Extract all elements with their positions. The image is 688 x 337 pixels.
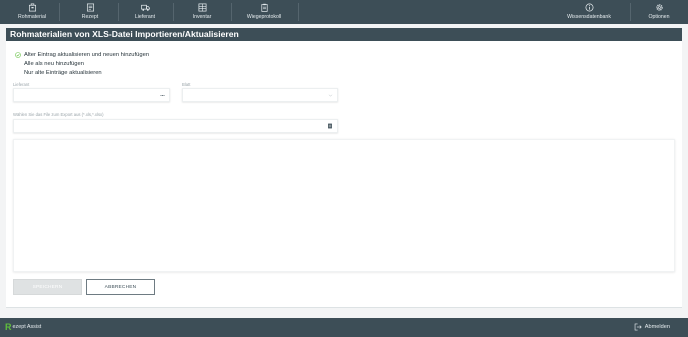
recipe-icon	[86, 3, 94, 12]
cancel-button[interactable]: ABBRECHEN	[86, 279, 155, 295]
page-title: Rohmaterialien von XLS-Datei Importieren…	[10, 29, 239, 39]
nav-divider	[630, 3, 631, 21]
clipboard-icon	[260, 3, 268, 12]
truck-icon	[140, 4, 150, 11]
nav-label-wiegeprotokoll: Wiegeprotokoll	[246, 14, 282, 20]
nav-divider	[59, 3, 60, 21]
divider	[6, 307, 682, 308]
sheet-field-label: Blatt	[182, 82, 191, 87]
import-form-panel: Alter Eintrag aktualisieren und neuen hi…	[6, 41, 682, 307]
radio-label: Alle als neu hinzufügen	[24, 60, 84, 67]
radio-unchecked	[15, 61, 21, 67]
logout-icon	[634, 323, 642, 331]
nav-divider	[231, 3, 232, 21]
radio-option-add-all-new[interactable]: Alle als neu hinzufügen	[15, 60, 84, 67]
logout-button[interactable]: Abmelden	[634, 323, 670, 331]
nav-label-rezept: Rezept	[81, 14, 99, 20]
radio-label: Nur alte Einträge aktualisieren	[24, 69, 102, 76]
file-input[interactable]	[13, 119, 338, 133]
nav-item-lieferant[interactable]: Lieferant	[132, 0, 158, 24]
nav-item-rezept[interactable]: Rezept	[78, 0, 102, 24]
nav-label-optionen: Optionen	[648, 14, 670, 20]
radio-unchecked	[15, 70, 21, 76]
chevron-down-icon	[328, 94, 333, 97]
file-icon	[328, 123, 332, 129]
import-preview-area[interactable]	[13, 139, 675, 272]
save-button[interactable]: SPEICHERN	[13, 279, 82, 295]
nav-label-rohmaterial: Rohmaterial	[18, 14, 46, 20]
supplier-select[interactable]	[13, 88, 170, 102]
app-logo: R ezept Assist	[5, 322, 41, 332]
check-circle-icon	[15, 51, 21, 58]
footer-bar: R ezept Assist Abmelden	[0, 318, 688, 337]
radio-label: Alter Eintrag aktualisieren und neuen hi…	[24, 51, 150, 58]
nav-item-optionen[interactable]: Optionen	[645, 0, 673, 24]
gear-icon	[655, 4, 663, 11]
nav-label-lieferant: Lieferant	[134, 14, 156, 20]
nav-label-wissensdatenbank: Wissensdatenbank	[567, 14, 611, 20]
logo-mark: R	[5, 322, 12, 332]
nav-label-inventar: Inventar	[192, 14, 212, 20]
logout-label: Abmelden	[644, 324, 670, 330]
nav-item-rohmaterial[interactable]: Rohmaterial	[17, 0, 47, 24]
page-header: Rohmaterialien von XLS-Datei Importieren…	[6, 28, 682, 41]
inventory-icon	[198, 3, 206, 12]
top-navigation: Rohmaterial Rezept Lieferant Inventar Wi…	[0, 0, 688, 24]
nav-item-wissensdatenbank[interactable]: Wissensdatenbank	[564, 0, 614, 24]
nav-divider	[118, 3, 119, 21]
file-field-label: Wählen Sie das File zum Export aus (*.xl…	[13, 112, 104, 117]
radio-option-update-only[interactable]: Nur alte Einträge aktualisieren	[15, 69, 102, 76]
logo-text: ezept Assist	[12, 324, 42, 330]
supplier-field-label: Lieferant	[13, 82, 30, 87]
package-icon	[28, 3, 36, 12]
nav-item-wiegeprotokoll[interactable]: Wiegeprotokoll	[244, 0, 284, 24]
nav-divider	[173, 3, 174, 21]
sheet-select[interactable]	[182, 88, 338, 102]
info-icon	[585, 3, 593, 12]
ellipsis-icon	[160, 95, 165, 96]
nav-divider	[298, 3, 299, 21]
nav-item-inventar[interactable]: Inventar	[189, 0, 215, 24]
radio-option-update-and-add[interactable]: Alter Eintrag aktualisieren und neuen hi…	[15, 51, 149, 58]
